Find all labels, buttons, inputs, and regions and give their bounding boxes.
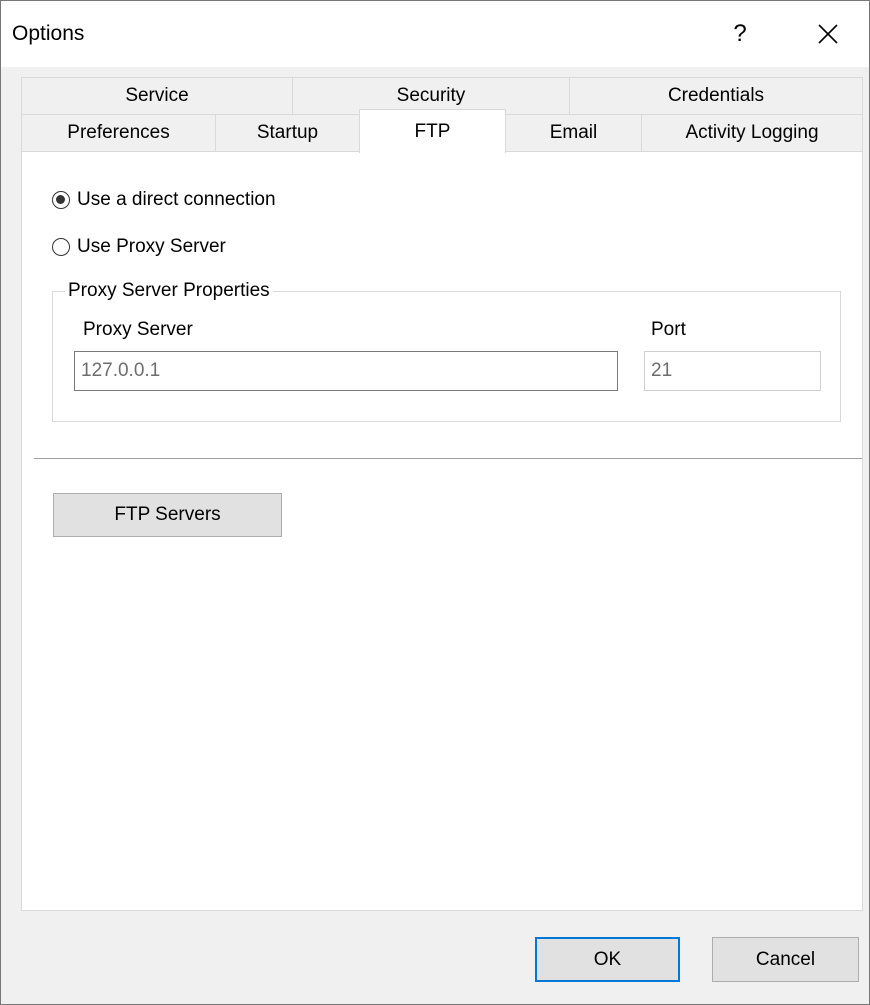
ok-button[interactable]: OK	[535, 937, 680, 982]
proxy-server-input[interactable]: 127.0.0.1	[74, 351, 618, 391]
title-bar: Options ?	[1, 1, 869, 67]
tab-activity-logging[interactable]: Activity Logging	[641, 114, 863, 152]
separator	[34, 458, 862, 459]
proxy-server-radio-label: Use Proxy Server	[77, 236, 226, 257]
window-title: Options	[12, 22, 85, 45]
help-button[interactable]: ?	[707, 1, 773, 67]
port-label: Port	[651, 319, 686, 340]
tab-startup[interactable]: Startup	[215, 114, 360, 152]
port-input[interactable]: 21	[644, 351, 821, 391]
direct-connection-label: Use a direct connection	[77, 189, 276, 210]
group-legend: Proxy Server Properties	[65, 280, 273, 302]
proxy-server-label: Proxy Server	[83, 319, 193, 340]
radio-checked-icon	[52, 191, 70, 209]
direct-connection-radio[interactable]: Use a direct connection	[52, 189, 276, 211]
close-button[interactable]	[795, 1, 861, 67]
options-dialog: Options ? Service Security Credentials P…	[0, 0, 870, 1005]
tab-credentials[interactable]: Credentials	[569, 77, 863, 115]
ftp-servers-button[interactable]: FTP Servers	[53, 493, 282, 537]
radio-unchecked-icon	[52, 238, 70, 256]
cancel-button[interactable]: Cancel	[712, 937, 859, 982]
tab-ftp[interactable]: FTP	[359, 109, 506, 153]
proxy-server-properties-group: Proxy Server Properties Proxy Server Por…	[52, 280, 841, 422]
proxy-server-radio[interactable]: Use Proxy Server	[52, 236, 226, 258]
ftp-tab-panel: Use a direct connection Use Proxy Server…	[21, 151, 863, 911]
tab-email[interactable]: Email	[505, 114, 642, 152]
close-icon	[818, 24, 838, 44]
tab-preferences[interactable]: Preferences	[21, 114, 216, 152]
tab-service[interactable]: Service	[21, 77, 293, 115]
